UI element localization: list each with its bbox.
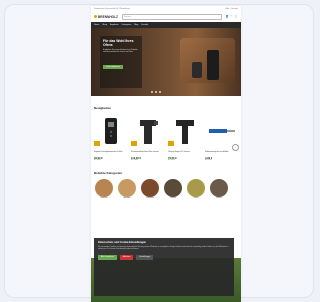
- product-card[interactable]: Ofenrohr Bogen 90° schwarz 79,00 € Auf L…: [168, 114, 201, 161]
- logo-text: BRENNHOLZ: [98, 14, 119, 19]
- site-logo[interactable]: BRENNHOLZ: [94, 15, 118, 19]
- reject-cookies-button[interactable]: Ablehnen: [119, 254, 134, 260]
- category-label: Briketts: [216, 198, 222, 200]
- category-image: [118, 179, 136, 198]
- category-label: Pellets: [193, 198, 199, 200]
- cookie-consent-dialog: Datenschutz und Cookie-Einstellungen Wir…: [94, 238, 234, 296]
- cookie-settings-button[interactable]: Einstellungen: [136, 254, 154, 260]
- category-item[interactable]: Anzünder: [117, 179, 137, 199]
- nav-item-shop[interactable]: Shop: [102, 24, 107, 26]
- hero-product-image: [192, 62, 202, 78]
- category-item[interactable]: Kaminholz: [140, 179, 160, 199]
- help-links[interactable]: Hilfe · Kontakt: [225, 8, 238, 10]
- product-stock: Auf Lager: [94, 160, 101, 162]
- product-image: [94, 114, 127, 148]
- product-image: [131, 114, 164, 148]
- nav-item-blog[interactable]: Blog: [134, 24, 138, 26]
- product-stock: Auf Lager: [131, 160, 138, 162]
- product-image: [168, 114, 201, 148]
- nav-item-home[interactable]: Home: [94, 24, 99, 26]
- category-image: [164, 179, 182, 198]
- webpage: Kostenloser Versand ab 50 € Bestellwert …: [91, 6, 241, 302]
- hero-text: Entdecken Sie unser Sortiment an Zubehör…: [103, 49, 138, 54]
- hero-title: Für das Wohl Ihres Ofens: [103, 39, 134, 48]
- category-label: Brennholz: [100, 198, 108, 200]
- heart-icon[interactable]: ♡: [231, 15, 233, 18]
- cookie-title: Datenschutz und Cookie-Einstellungen: [98, 241, 147, 244]
- product-card[interactable]: Digitaler Feuchtigkeitsmesser für Holz 2…: [94, 114, 127, 161]
- product-name: Schornstein Anschluss Rohr schwarz: [131, 151, 159, 153]
- category-list: Brennholz Anzünder Kaminholz Zubehör Pel…: [94, 179, 238, 199]
- category-label: Zubehör: [170, 198, 176, 200]
- categories-title: Beliebte Kategorien: [94, 171, 123, 176]
- hero-cta-button[interactable]: Jetzt entdecken: [103, 64, 124, 69]
- categories-section: Beliebte Kategorien Brennholz Anzünder K…: [91, 161, 241, 199]
- category-item[interactable]: Pellets: [186, 179, 206, 199]
- carousel-next-icon[interactable]: ›: [232, 144, 239, 151]
- product-stock: Auf Lager: [205, 160, 212, 162]
- category-item[interactable]: Briketts: [209, 179, 229, 199]
- cookie-text: Wir verwenden Cookies, um Ihnen die best…: [98, 246, 229, 251]
- product-stock: Auf Lager: [168, 160, 175, 162]
- product-card[interactable]: Schornstein Anschluss Rohr schwarz 119,0…: [131, 114, 164, 161]
- sale-badge: [131, 141, 137, 146]
- nav-item-contact[interactable]: Kontakt: [141, 24, 148, 26]
- hero-textbox: Für das Wohl Ihres Ofens Entdecken Sie u…: [100, 36, 142, 88]
- site-header: BRENNHOLZ Suchen... 👤 ♡ 🛒: [91, 11, 241, 22]
- nav-item-categories[interactable]: Kategorien: [122, 24, 132, 26]
- category-label: Kaminholz: [146, 198, 154, 200]
- product-list: Digitaler Feuchtigkeitsmesser für Holz 2…: [94, 114, 238, 161]
- category-item[interactable]: Brennholz: [94, 179, 114, 199]
- category-label: Anzünder: [123, 198, 131, 200]
- hero-banner: Für das Wohl Ihres Ofens Entdecken Sie u…: [91, 28, 241, 96]
- sale-badge: [168, 141, 174, 146]
- search-input[interactable]: Suchen...: [122, 13, 222, 20]
- user-icon[interactable]: 👤: [226, 15, 229, 18]
- carousel-dots[interactable]: [151, 91, 161, 93]
- category-image: [210, 179, 228, 198]
- category-image: [95, 179, 113, 198]
- category-image: [141, 179, 159, 198]
- nav-item-offers[interactable]: Angebote: [110, 24, 119, 26]
- sale-badge: [94, 141, 100, 146]
- header-icons: 👤 ♡ 🛒: [226, 15, 239, 18]
- shipping-notice: Kostenloser Versand ab 50 € Bestellwert: [94, 7, 131, 10]
- products-title: Neuigkeiten: [94, 106, 112, 110]
- logo-flame-icon: [94, 15, 97, 18]
- product-image: [205, 114, 238, 148]
- product-name: Stabfeuerzeug blau nachfüllbar: [205, 151, 229, 153]
- category-image: [187, 179, 205, 198]
- category-item[interactable]: Zubehör: [163, 179, 183, 199]
- product-card[interactable]: Stabfeuerzeug blau nachfüllbar 4,99 € Au…: [205, 114, 238, 161]
- cart-icon[interactable]: 🛒: [235, 15, 238, 18]
- product-name: Digitaler Feuchtigkeitsmesser für Holz: [94, 151, 123, 153]
- hero-product-image-2: [207, 50, 219, 80]
- accept-cookies-button[interactable]: Alle akzeptieren: [98, 254, 117, 260]
- product-name: Ofenrohr Bogen 90° schwarz: [168, 151, 190, 153]
- products-section: Neuigkeiten Digitaler Feuchtigkeitsmesse…: [91, 96, 241, 161]
- cookie-buttons: Alle akzeptieren Ablehnen Einstellungen: [98, 254, 230, 260]
